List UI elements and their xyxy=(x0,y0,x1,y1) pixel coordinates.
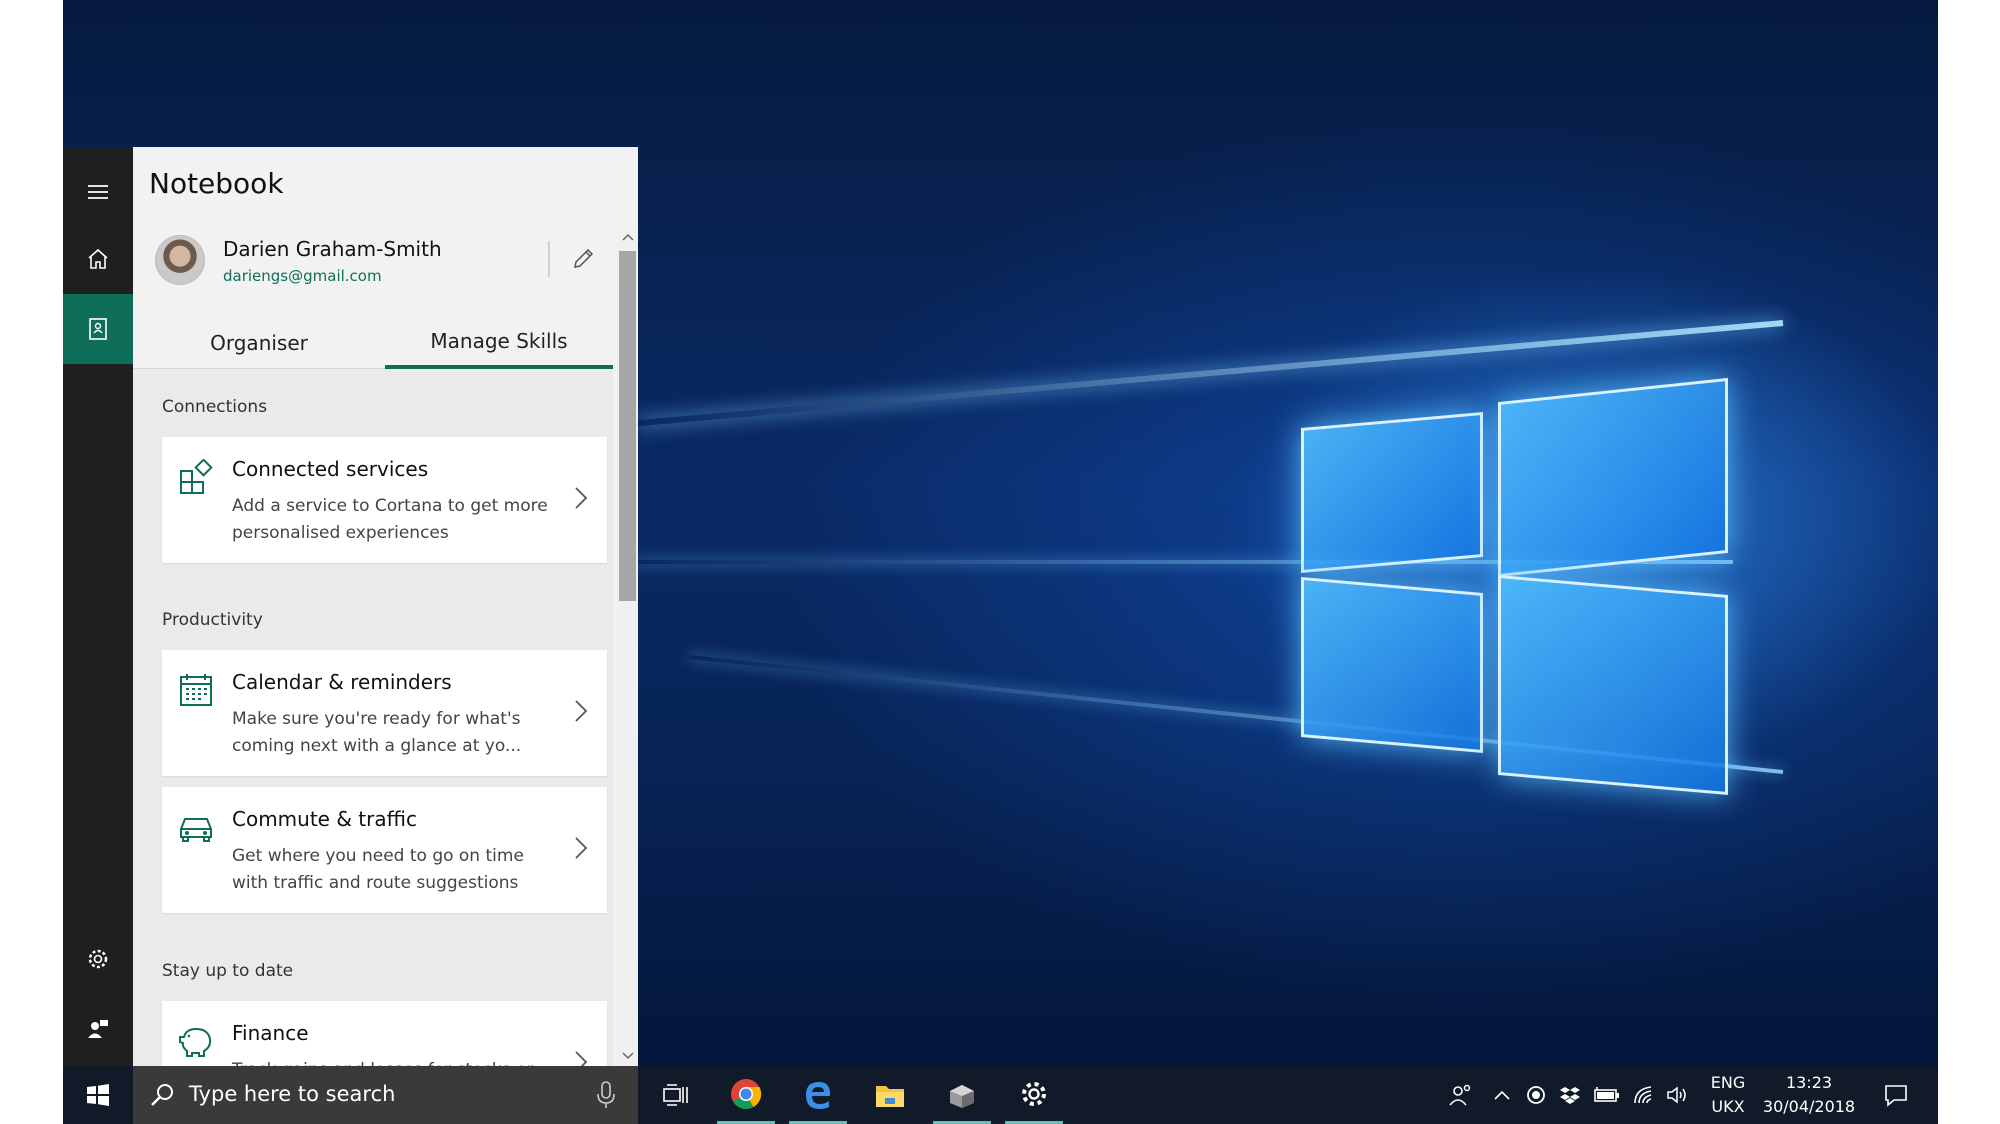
language-code: ENG xyxy=(1710,1073,1746,1092)
skill-title: Connected services xyxy=(232,457,429,481)
volume-icon xyxy=(1667,1086,1686,1104)
car-icon xyxy=(180,818,212,842)
network-tray-button[interactable] xyxy=(1629,1066,1659,1124)
section-heading: Productivity xyxy=(162,610,263,630)
calendar-icon xyxy=(180,674,212,706)
app-taskbar-button[interactable] xyxy=(933,1066,991,1124)
notification-icon xyxy=(1885,1085,1907,1107)
panel-title: Notebook xyxy=(149,167,284,200)
chevron-right-icon xyxy=(575,1051,588,1066)
scroll-up-button[interactable] xyxy=(617,227,638,247)
wifi-icon xyxy=(1634,1086,1652,1104)
home-icon xyxy=(88,248,108,269)
tab-manage-skills[interactable]: Manage Skills xyxy=(385,317,613,369)
microphone-icon[interactable] xyxy=(595,1080,617,1110)
task-view-button[interactable] xyxy=(647,1066,705,1124)
chrome-taskbar-button[interactable] xyxy=(717,1066,775,1124)
chrome-icon xyxy=(731,1078,762,1109)
hamburger-icon xyxy=(88,185,108,199)
notebook-icon xyxy=(89,318,107,340)
profile-header: Darien Graham-Smith dariengs@gmail.com xyxy=(133,227,613,297)
hamburger-menu-button[interactable] xyxy=(63,157,133,227)
edit-profile-button[interactable] xyxy=(567,243,599,275)
people-icon xyxy=(1449,1084,1471,1106)
volume-tray-button[interactable] xyxy=(1663,1066,1693,1124)
skill-description: Make sure you're ready for what's coming… xyxy=(232,709,522,756)
edge-icon xyxy=(806,1081,831,1109)
clock-button[interactable]: 13:23 30/04/2018 xyxy=(1761,1066,1857,1124)
windows-logo-icon xyxy=(87,1084,109,1106)
notebook-panel: Notebook Darien Graham-Smith dariengs@gm… xyxy=(133,147,638,1066)
avatar[interactable] xyxy=(155,235,205,285)
skill-card-finance[interactable]: Finance Track gains and losses for stock… xyxy=(162,1001,607,1066)
file-explorer-taskbar-button[interactable] xyxy=(861,1066,919,1124)
show-hidden-icons-button[interactable] xyxy=(1487,1066,1517,1124)
search-placeholder: Type here to search xyxy=(189,1082,396,1106)
dropbox-tray-button[interactable] xyxy=(1555,1066,1585,1124)
battery-tray-button[interactable] xyxy=(1589,1066,1625,1124)
action-center-button[interactable] xyxy=(1871,1066,1921,1124)
skill-title: Finance xyxy=(232,1021,309,1045)
scroll-down-button[interactable] xyxy=(617,1046,638,1066)
clock-time: 13:23 xyxy=(1785,1073,1833,1092)
chevron-right-icon xyxy=(575,837,588,859)
skill-title: Calendar & reminders xyxy=(232,670,452,694)
people-button[interactable] xyxy=(1441,1066,1481,1124)
gear-icon xyxy=(88,949,108,969)
settings-icon xyxy=(1022,1081,1046,1106)
search-icon xyxy=(151,1084,173,1106)
clock-date: 30/04/2018 xyxy=(1762,1097,1856,1116)
feedback-button[interactable] xyxy=(63,994,133,1064)
chevron-right-icon xyxy=(575,700,588,722)
chevron-up-icon xyxy=(1494,1090,1510,1100)
divider xyxy=(548,241,550,277)
settings-taskbar-button[interactable] xyxy=(1005,1066,1063,1124)
windows-logo-pane xyxy=(1498,574,1728,796)
chevron-right-icon xyxy=(575,487,588,509)
connected-services-icon xyxy=(180,459,213,494)
skill-description: Add a service to Cortana to get more per… xyxy=(232,496,548,543)
input-language-button[interactable]: ENG UKX xyxy=(1703,1066,1753,1124)
section-heading: Stay up to date xyxy=(162,961,294,981)
skill-card-commute[interactable]: Commute & traffic Get where you need to … xyxy=(162,787,607,913)
app-icon xyxy=(950,1084,974,1108)
notebook-button[interactable] xyxy=(63,294,133,364)
start-button[interactable] xyxy=(63,1066,133,1124)
skill-card-calendar[interactable]: Calendar & reminders Make sure you're re… xyxy=(162,650,607,776)
scroll-thumb[interactable] xyxy=(619,251,636,601)
home-button[interactable] xyxy=(63,224,133,294)
windows-logo-pane xyxy=(1301,577,1483,753)
notebook-tabs: Organiser Manage Skills xyxy=(133,317,613,369)
tab-organiser[interactable]: Organiser xyxy=(133,317,385,369)
skill-title: Commute & traffic xyxy=(232,807,417,831)
feedback-icon xyxy=(88,1020,108,1038)
keyboard-layout: UKX xyxy=(1711,1097,1745,1116)
dropbox-icon xyxy=(1560,1087,1580,1104)
settings-button[interactable] xyxy=(63,924,133,994)
section-heading: Connections xyxy=(162,397,268,417)
record-tray-button[interactable] xyxy=(1521,1066,1551,1124)
windows-logo-pane xyxy=(1498,377,1728,578)
record-icon xyxy=(1527,1086,1545,1104)
battery-icon xyxy=(1594,1087,1619,1102)
file-explorer-icon xyxy=(876,1086,904,1107)
desktop: Notebook Darien Graham-Smith dariengs@gm… xyxy=(63,0,1938,1124)
windows-logo-pane xyxy=(1301,412,1483,573)
skill-description: Get where you need to go on time with tr… xyxy=(232,846,524,893)
taskbar: Type here to search ENG UKX 13:23 30/04/… xyxy=(63,1066,1938,1124)
skill-card-connected-services[interactable]: Connected services Add a service to Cort… xyxy=(162,437,607,563)
chevron-up-icon xyxy=(621,233,634,241)
edge-taskbar-button[interactable] xyxy=(789,1066,847,1124)
piggy-bank-icon xyxy=(179,1027,212,1057)
taskbar-search-box[interactable]: Type here to search xyxy=(133,1066,638,1124)
skill-description: Track gains and losses for stocks on xyxy=(232,1057,552,1066)
skills-list: Connections Connected services Add a ser… xyxy=(133,369,613,1066)
pencil-icon xyxy=(574,248,594,268)
chevron-down-icon xyxy=(621,1052,634,1060)
profile-name: Darien Graham-Smith xyxy=(223,237,442,261)
cortana-rail xyxy=(63,147,133,1066)
task-view-icon xyxy=(663,1084,688,1106)
scrollbar[interactable] xyxy=(617,227,638,1066)
profile-email: dariengs@gmail.com xyxy=(223,267,382,285)
